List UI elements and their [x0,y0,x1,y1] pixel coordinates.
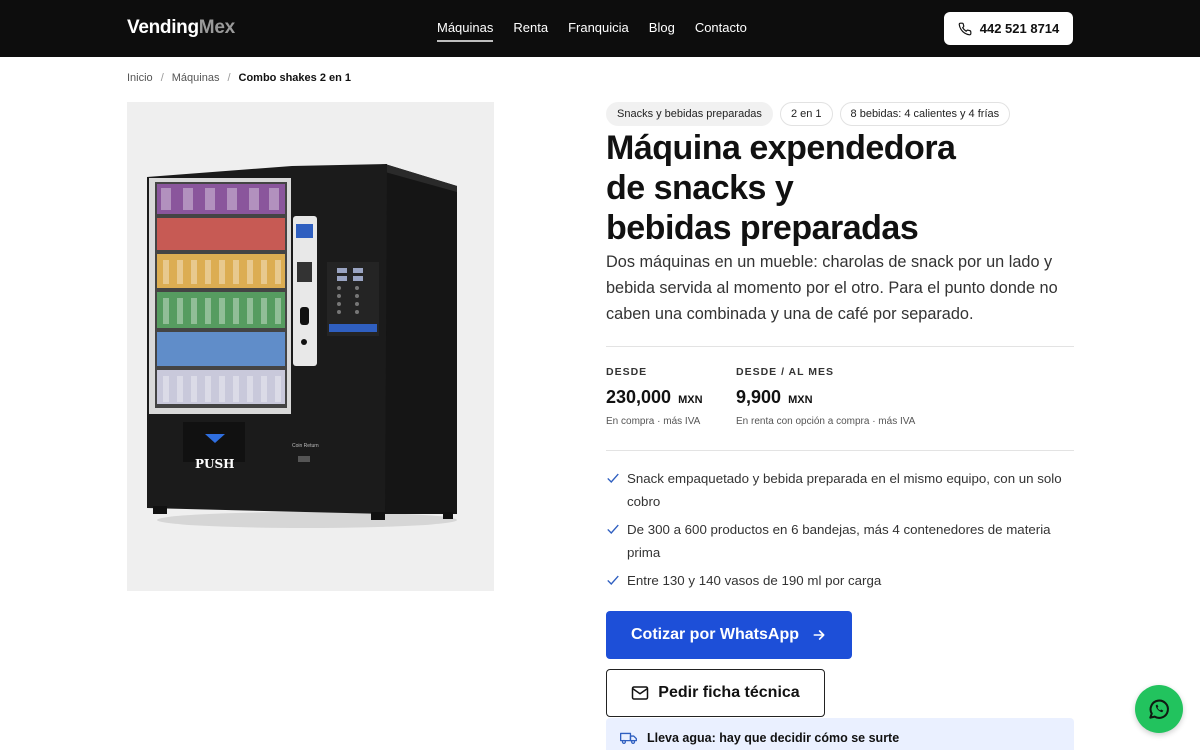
feature-item: Snack empaquetado y bebida preparada en … [606,467,1074,513]
brand-logo-part1: Vending [127,17,199,38]
feature-text: De 300 a 600 productos en 6 bandejas, má… [627,522,1051,560]
price-currency: MXN [678,394,703,406]
whatsapp-quote-button[interactable]: Cotizar por WhatsApp [606,611,852,659]
tech-sheet-label: Pedir ficha técnica [658,684,800,701]
product-description: Dos máquinas en un mueble: charolas de s… [606,253,1058,323]
top-nav-bar: VendingMex Máquinas Renta Franquicia Blo… [0,0,1200,57]
nav-link-franquicia[interactable]: Franquicia [568,20,629,42]
product-image-panel: PUSH Coin Return [127,102,494,591]
whatsapp-float-button[interactable] [1135,685,1183,733]
price-rent: DESDE / AL MES 9,900 MXN En renta con op… [736,366,915,427]
main-nav: Máquinas Renta Franquicia Blog Contacto [437,20,747,42]
breadcrumb-separator: / [160,72,164,84]
whatsapp-icon [1149,699,1169,719]
breadcrumb-maquinas[interactable]: Máquinas [172,72,220,84]
product-title-line: bebidas preparadas [606,209,919,247]
product-shelves [155,182,287,408]
tag-type: 2 en 1 [779,102,833,126]
nav-link-blog[interactable]: Blog [649,20,675,42]
price-label: DESDE / AL MES [736,366,835,378]
product-tags: Snacks y bebidas preparadas 2 en 1 8 beb… [606,102,1011,126]
push-label: PUSH [195,457,235,471]
check-icon [607,524,619,534]
nav-link-maquinas[interactable]: Máquinas [437,20,494,42]
phone-number: 442 521 8714 [979,21,1060,36]
phone-icon [958,22,972,35]
price-purchase: DESDE 230,000 MXN En compra · más IVA [606,366,703,427]
water-notice-text: Lleva agua: hay que decidir cómo se surt… [647,731,900,745]
brand-logo[interactable]: VendingMex [127,17,235,39]
mail-icon [632,686,649,700]
arrow-right-icon [813,630,825,640]
price-value: 230,000 MXN [606,387,703,408]
brand-logo-part2: Mex [198,17,235,38]
breadcrumb: Inicio / Máquinas / Combo shakes 2 en 1 [127,72,351,84]
feature-text: Snack empaquetado y bebida preparada en … [627,471,1062,509]
product-title-line: de snacks y [606,169,794,207]
water-notice: Lleva agua: hay que decidir cómo se surt… [606,718,1074,750]
breadcrumb-current: Combo shakes 2 en 1 [238,72,352,84]
tech-sheet-button[interactable]: Pedir ficha técnica [606,669,825,717]
price-note: En renta con opción a compra · más IVA [736,416,916,427]
price-value: 9,900 MXN [736,387,915,408]
breadcrumb-separator: / [227,72,231,84]
product-title: Máquina expendedora de snacks y bebidas … [606,128,1066,248]
coin-return-label: Coin Return [292,443,319,449]
breadcrumb-inicio[interactable]: Inicio [127,72,153,84]
divider [606,346,1074,347]
tag-drinks: 8 bebidas: 4 calientes y 4 frías [839,102,1011,126]
price-note: En compra · más IVA [606,416,701,427]
phone-button[interactable]: 442 521 8714 [944,12,1073,45]
check-icon [607,575,619,585]
product-title-line: Máquina expendedora [606,129,956,167]
feature-list: Snack empaquetado y bebida preparada en … [606,467,1074,597]
price-amount: 230,000 [606,387,672,407]
tag-category: Snacks y bebidas preparadas [606,102,773,126]
price-amount: 9,900 [736,387,782,407]
whatsapp-quote-label: Cotizar por WhatsApp [631,626,799,643]
check-icon [607,473,619,483]
price-currency: MXN [788,394,813,406]
feature-text: Entre 130 y 140 vasos de 190 ml por carg… [627,573,882,588]
truck-icon [620,732,637,745]
nav-link-renta[interactable]: Renta [513,20,548,42]
nav-link-contacto[interactable]: Contacto [695,20,747,42]
feature-item: De 300 a 600 productos en 6 bandejas, má… [606,518,1074,564]
feature-item: Entre 130 y 140 vasos de 190 ml por carg… [606,569,1074,592]
price-label: DESDE [606,366,648,378]
divider [606,450,1074,451]
vending-machine-image: PUSH Coin Return [147,164,457,528]
